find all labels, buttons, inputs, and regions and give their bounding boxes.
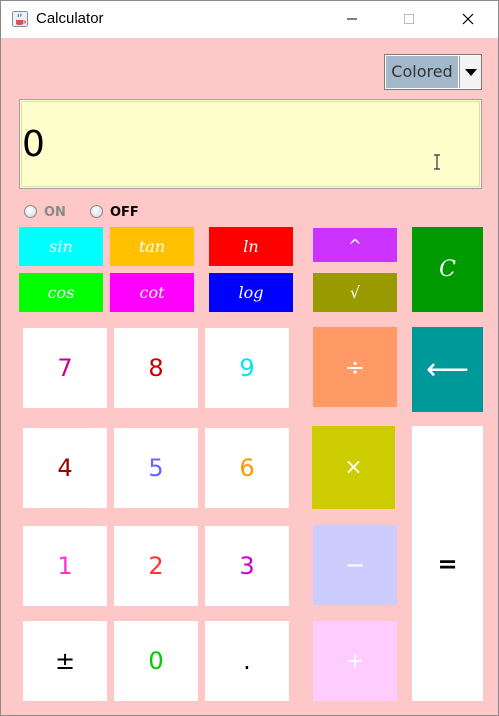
close-icon	[462, 13, 474, 25]
digit-4-button[interactable]: 4	[23, 428, 107, 508]
plus-minus-button[interactable]: ±	[23, 621, 107, 701]
add-button[interactable]: +	[313, 621, 397, 701]
minimize-icon	[347, 18, 357, 20]
digit-2-button[interactable]: 2	[114, 526, 198, 606]
chevron-down-icon	[465, 69, 477, 76]
digit-7-button[interactable]: 7	[23, 328, 107, 408]
ln-button[interactable]: ln	[209, 227, 293, 266]
calculator-window: Calculator Colored 0 ON OFF sin tan ln ^…	[0, 0, 499, 716]
title-bar: Calculator	[1, 1, 498, 38]
clear-button[interactable]: C	[412, 227, 483, 312]
subtract-button[interactable]: −	[313, 525, 397, 605]
minimize-button[interactable]	[329, 1, 375, 38]
power-button[interactable]: ^	[313, 228, 397, 262]
radio-circle-icon	[24, 205, 37, 218]
display-value: 0	[22, 124, 45, 165]
backspace-button[interactable]: ⟵	[412, 327, 483, 412]
digit-6-button[interactable]: 6	[205, 428, 289, 508]
multiply-button[interactable]: ×	[312, 426, 395, 509]
digit-0-button[interactable]: 0	[114, 621, 198, 701]
power-off-label: OFF	[110, 205, 139, 220]
power-on-label: ON	[44, 205, 66, 220]
dropdown-arrow-button[interactable]	[459, 56, 481, 88]
window-title: Calculator	[36, 10, 104, 27]
text-cursor-icon	[434, 154, 440, 170]
decimal-button[interactable]: .	[205, 621, 289, 701]
log-button[interactable]: log	[209, 273, 293, 312]
equals-button[interactable]: =	[412, 426, 483, 701]
divide-button[interactable]: ÷	[313, 327, 397, 407]
cos-button[interactable]: cos	[19, 273, 103, 312]
maximize-button[interactable]	[386, 1, 432, 38]
close-button[interactable]	[445, 1, 491, 38]
digit-9-button[interactable]: 9	[205, 328, 289, 408]
digit-5-button[interactable]: 5	[114, 428, 198, 508]
color-mode-value: Colored	[386, 56, 458, 88]
digit-3-button[interactable]: 3	[205, 526, 289, 606]
calculator-panel: Colored 0 ON OFF sin tan ln ^ C cos cot	[1, 38, 498, 715]
digit-1-button[interactable]: 1	[23, 526, 107, 606]
tan-button[interactable]: tan	[110, 227, 194, 266]
cot-button[interactable]: cot	[110, 273, 194, 312]
sin-button[interactable]: sin	[19, 227, 103, 266]
display-field[interactable]: 0	[19, 99, 482, 189]
digit-8-button[interactable]: 8	[114, 328, 198, 408]
color-mode-dropdown[interactable]: Colored	[384, 54, 482, 90]
radio-circle-icon	[90, 205, 103, 218]
maximize-icon	[404, 14, 414, 24]
java-coffee-icon	[12, 11, 28, 27]
sqrt-button[interactable]: √	[313, 273, 397, 312]
